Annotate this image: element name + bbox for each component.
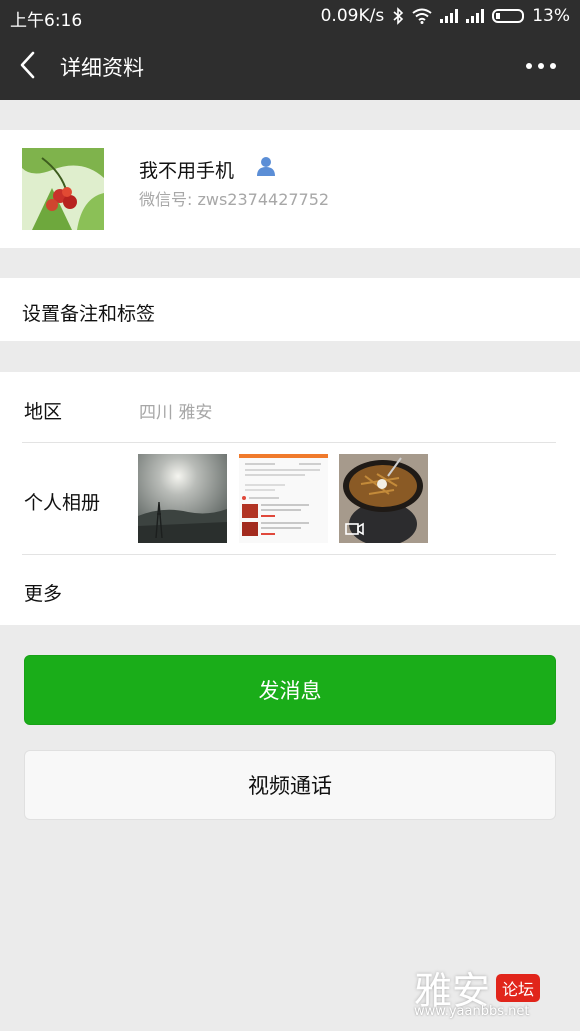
watermark-tag: 论坛 (496, 974, 541, 1002)
network-speed: 0.09K/s (320, 6, 385, 26)
more-options-icon[interactable] (526, 54, 556, 78)
watermark-url: www.yaanbbs.net (414, 1004, 530, 1019)
forum-watermark: 雅安 论坛 www.yaanbbs.net (414, 960, 564, 1022)
album-photo-1[interactable] (138, 454, 227, 543)
region-value: 四川 雅安 (139, 403, 213, 423)
avatar[interactable] (22, 148, 104, 230)
divider (22, 554, 556, 555)
person-icon (257, 157, 275, 176)
status-time: 上午6:16 (10, 11, 83, 31)
album-label[interactable]: 个人相册 (24, 488, 100, 515)
region-label: 地区 (24, 401, 63, 423)
page-title: 详细资料 (60, 56, 144, 80)
signal-icon (440, 9, 459, 23)
send-message-button[interactable]: 发消息 (24, 655, 556, 725)
video-call-button[interactable]: 视频通话 (24, 750, 556, 820)
status-bar: 上午6:16 0.09K/s 13% (0, 0, 580, 32)
wechat-id: 微信号: zws2374427752 (139, 190, 330, 209)
header-bar: 详细资料 (0, 32, 580, 100)
set-remark-label: 设置备注和标签 (22, 303, 156, 325)
more-label[interactable]: 更多 (24, 579, 62, 606)
status-icons: 0.09K/s 13% (321, 6, 570, 26)
bluetooth-icon (393, 7, 404, 25)
wifi-icon (412, 8, 432, 24)
battery-icon (492, 9, 525, 23)
cherry-avatar-image (22, 148, 104, 230)
back-arrow-icon[interactable] (14, 50, 44, 80)
profile-name: 我不用手机 (139, 160, 235, 182)
album-photo-2[interactable] (239, 454, 328, 543)
album-video-3[interactable] (339, 454, 428, 543)
battery-level: 13% (532, 6, 570, 26)
signal-icon-2 (466, 9, 485, 23)
divider (22, 442, 556, 443)
